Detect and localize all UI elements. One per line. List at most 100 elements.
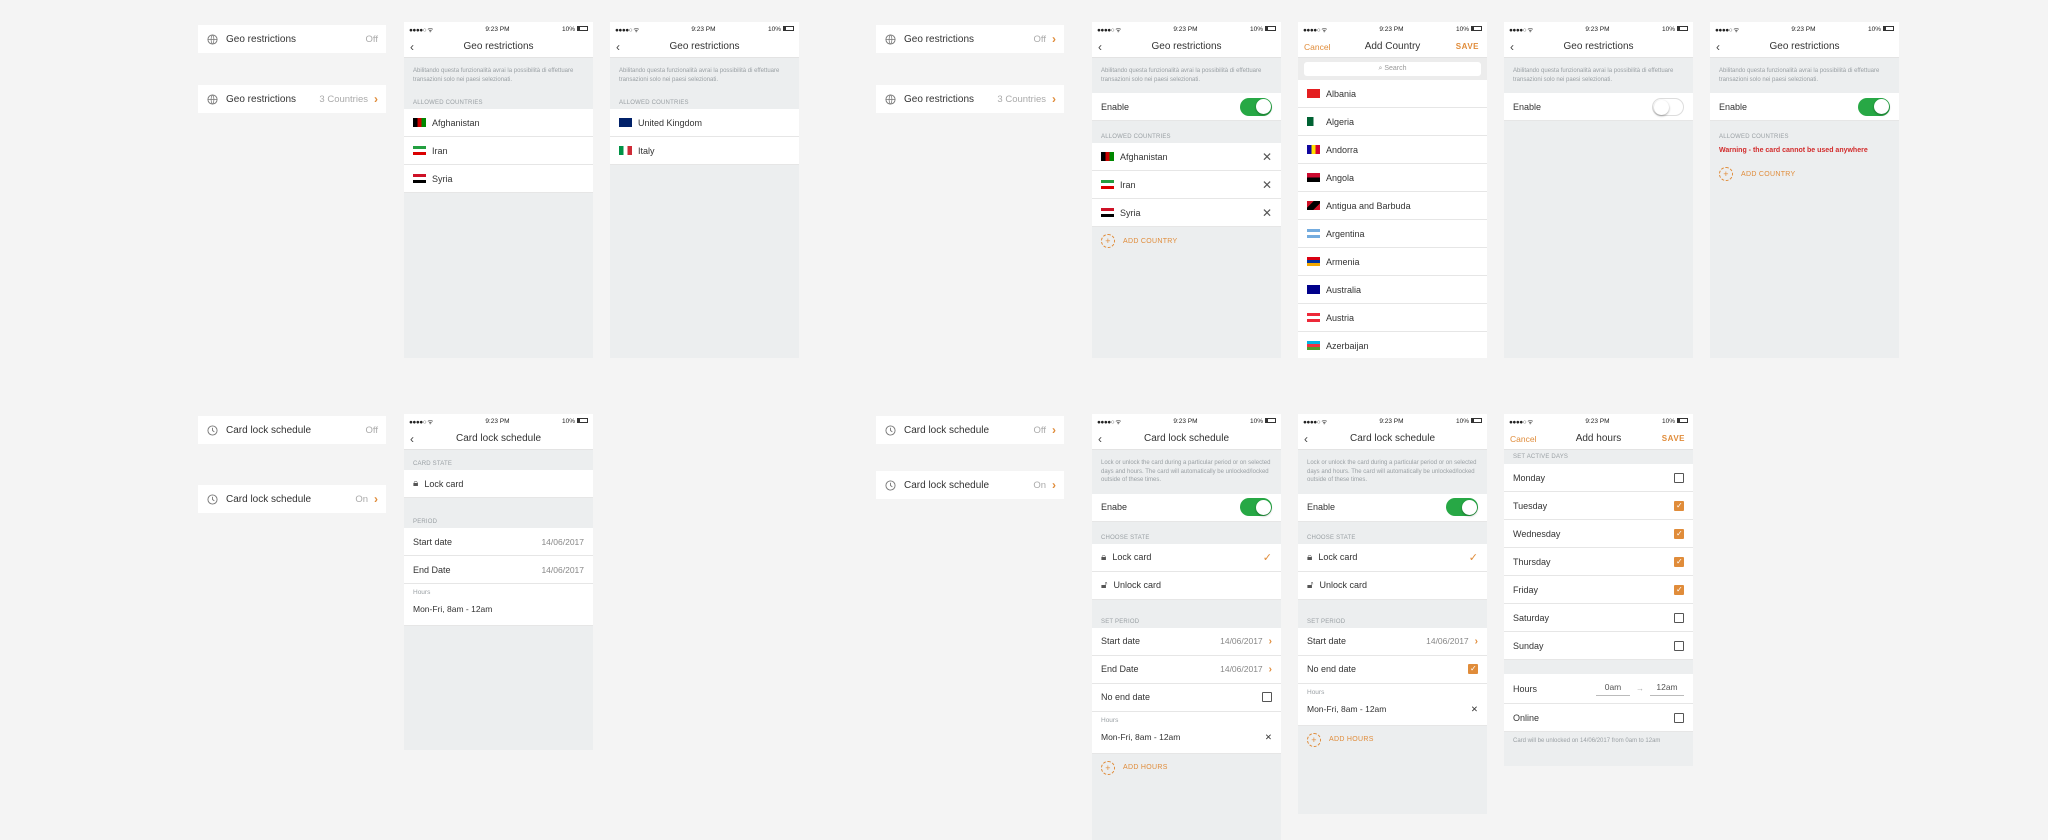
remove-icon[interactable]: ✕ (1262, 150, 1272, 164)
hours-block: Hours Mon-Fri, 8am - 12am ✕ (1092, 711, 1281, 754)
day-checkbox[interactable] (1674, 472, 1684, 483)
lock-card-option[interactable]: 🔒︎ Lock card ✓ (1298, 543, 1487, 572)
flag-australia-icon (1307, 285, 1320, 294)
country-row[interactable]: Albania (1298, 80, 1487, 108)
start-date-row[interactable]: Start date 14/06/2017 › (1092, 627, 1281, 656)
add-hours-button[interactable]: + ADD HOURS (1298, 726, 1487, 754)
allowed-countries-header: ALLOWED COUNTRIES (1101, 134, 1171, 140)
enable-toggle[interactable] (1446, 498, 1478, 516)
back-arrow-icon[interactable]: ‹ (1716, 40, 1720, 54)
enable-toggle[interactable] (1858, 97, 1890, 116)
hours-to-field[interactable]: 12am (1650, 682, 1684, 696)
add-country-button[interactable]: + ADD COUNTRY (1092, 227, 1281, 255)
day-row[interactable]: Wednesday (1504, 520, 1693, 548)
geo-summary-countries[interactable]: Geo restrictions 3 Countries › (876, 85, 1064, 113)
lock-summary-on[interactable]: Card lock schedule On › (198, 485, 386, 513)
start-date-row: Start date 14/06/2017 (404, 528, 593, 556)
chevron-right-icon: › (374, 492, 378, 506)
no-end-date-checkbox[interactable] (1468, 664, 1478, 674)
remove-hours-icon[interactable]: ✕ (1471, 704, 1478, 715)
signal-icon: ●●●●○ ᯤ (1097, 26, 1121, 34)
day-row[interactable]: Sunday (1504, 632, 1693, 660)
day-checkbox[interactable] (1674, 528, 1684, 539)
back-arrow-icon[interactable]: ‹ (410, 40, 414, 54)
day-row[interactable]: Tuesday (1504, 492, 1693, 520)
remove-icon[interactable]: ✕ (1262, 178, 1272, 192)
day-checkbox[interactable] (1674, 640, 1684, 651)
country-row[interactable]: Italy (610, 137, 799, 165)
enable-toggle[interactable] (1240, 498, 1272, 516)
country-row[interactable]: Syria (404, 165, 593, 193)
chevron-right-icon: › (1268, 663, 1272, 675)
status-time: 9:23 PM (1379, 25, 1404, 33)
country-row[interactable]: Austria (1298, 304, 1487, 332)
flag-andorra-icon (1307, 145, 1320, 154)
cancel-button[interactable]: Cancel (1510, 434, 1536, 444)
lock-summary-label: Card lock schedule (226, 424, 312, 436)
country-row[interactable]: Algeria (1298, 108, 1487, 136)
hours-from-field[interactable]: 0am (1596, 682, 1630, 696)
country-row[interactable]: Afghanistan (404, 109, 593, 137)
back-arrow-icon[interactable]: ‹ (1098, 432, 1102, 446)
end-date-row[interactable]: End Date 14/06/2017 › (1092, 655, 1281, 684)
country-row[interactable]: Azerbaijan (1298, 332, 1487, 358)
battery-indicator: 10% (1868, 26, 1894, 33)
back-arrow-icon[interactable]: ‹ (1510, 40, 1514, 54)
chevron-right-icon: › (1474, 635, 1478, 647)
add-country-button[interactable]: + ADD COUNTRY (1710, 160, 1899, 188)
country-row[interactable]: Argentina (1298, 220, 1487, 248)
lock-card-row: 🔒︎ Lock card (404, 470, 593, 498)
country-row[interactable]: Angola (1298, 164, 1487, 192)
geo-summary-countries[interactable]: Geo restrictions 3 Countries › (198, 85, 386, 113)
status-bar: ●●●●○ ᯤ 9:23 PM 10% (1092, 414, 1281, 428)
back-arrow-icon[interactable]: ‹ (616, 40, 620, 54)
day-row[interactable]: Monday (1504, 464, 1693, 492)
unlock-card-option[interactable]: 🔓︎ Unlock card (1092, 571, 1281, 600)
remove-hours-icon[interactable]: ✕ (1265, 732, 1272, 743)
status-bar: ●●●●○ ᯤ 9:23 PM 10% (1710, 22, 1899, 36)
back-arrow-icon[interactable]: ‹ (410, 432, 414, 446)
country-row[interactable]: Armenia (1298, 248, 1487, 276)
country-row[interactable]: Iran (404, 137, 593, 165)
save-button[interactable]: SAVE (1456, 42, 1479, 51)
day-checkbox[interactable] (1674, 556, 1684, 567)
cancel-button[interactable]: Cancel (1304, 42, 1330, 52)
country-row[interactable]: Antigua and Barbuda (1298, 192, 1487, 220)
flag-albania-icon (1307, 89, 1320, 98)
signal-icon: ●●●●○ ᯤ (409, 418, 433, 426)
enable-toggle[interactable] (1240, 97, 1272, 116)
geo-summary-off[interactable]: Geo restrictions Off › (876, 25, 1064, 53)
day-row[interactable]: Saturday (1504, 604, 1693, 632)
phone-geo-disabled: ●●●●○ ᯤ 9:23 PM 10% ‹ Geo restrictions A… (1504, 22, 1693, 358)
no-end-date-checkbox[interactable] (1262, 692, 1272, 702)
search-input[interactable]: ⌕ Search (1304, 62, 1481, 76)
start-date-row[interactable]: Start date 14/06/2017 › (1298, 627, 1487, 656)
day-label: Friday (1513, 584, 1539, 595)
day-checkbox[interactable] (1674, 612, 1684, 623)
country-row[interactable]: United Kingdom (610, 109, 799, 137)
online-checkbox[interactable] (1674, 712, 1684, 723)
country-row[interactable]: Andorra (1298, 136, 1487, 164)
day-row[interactable]: Friday (1504, 576, 1693, 604)
geo-summary-off[interactable]: Geo restrictions Off (198, 25, 386, 53)
lock-summary-off[interactable]: Card lock schedule Off › (876, 416, 1064, 444)
plus-icon: + (1101, 234, 1115, 248)
lock-summary-off[interactable]: Card lock schedule Off (198, 416, 386, 444)
enable-toggle[interactable] (1652, 97, 1684, 116)
clock-icon (206, 493, 218, 505)
day-checkbox[interactable] (1674, 584, 1684, 595)
remove-icon[interactable]: ✕ (1262, 206, 1272, 220)
nav-bar: ‹ Geo restrictions (1710, 36, 1899, 58)
back-arrow-icon[interactable]: ‹ (1304, 432, 1308, 446)
day-checkbox[interactable] (1674, 500, 1684, 511)
allowed-countries-header: ALLOWED COUNTRIES (1719, 134, 1789, 140)
enable-row: Enable (1092, 93, 1281, 121)
day-row[interactable]: Thursday (1504, 548, 1693, 576)
save-button[interactable]: SAVE (1662, 434, 1685, 443)
add-hours-button[interactable]: + ADD HOURS (1092, 754, 1281, 782)
unlock-card-option[interactable]: 🔓︎ Unlock card (1298, 571, 1487, 600)
country-row[interactable]: Australia (1298, 276, 1487, 304)
lock-card-option[interactable]: 🔒︎ Lock card ✓ (1092, 543, 1281, 572)
lock-summary-on[interactable]: Card lock schedule On › (876, 471, 1064, 499)
back-arrow-icon[interactable]: ‹ (1098, 40, 1102, 54)
